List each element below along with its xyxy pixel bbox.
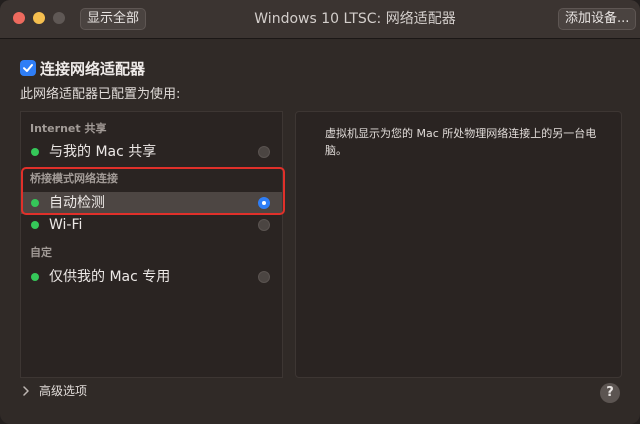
list-item-wifi[interactable]: Wi-Fi — [21, 214, 282, 236]
status-dot-icon — [31, 199, 39, 207]
close-window-button[interactable] — [13, 12, 25, 24]
checkmark-icon — [23, 64, 33, 72]
status-dot-icon — [31, 148, 39, 156]
description-panel: 虚拟机显示为您的 Mac 所处物理网络连接上的另一台电脑。 — [295, 111, 622, 378]
add-device-button[interactable]: 添加设备... — [558, 8, 637, 30]
list-item-label: 与我的 Mac 共享 — [49, 144, 157, 160]
group-title-bridged: 桥接模式网络连接 — [30, 172, 118, 185]
list-item-label: 自动检测 — [49, 195, 105, 211]
network-source-list: Internet 共享 与我的 Mac 共享 桥接模式网络连接 自动检测 Wi-… — [20, 111, 283, 378]
list-item-label: Wi-Fi — [49, 217, 83, 233]
title-bar: 显示全部 Windows 10 LTSC: 网络适配器 添加设备... — [0, 0, 640, 39]
radio-button[interactable] — [258, 219, 270, 231]
group-title-custom: 自定 — [30, 246, 52, 259]
description-text: 虚拟机显示为您的 Mac 所处物理网络连接上的另一台电脑。 — [325, 127, 597, 157]
radio-button[interactable] — [258, 271, 270, 283]
window-title: Windows 10 LTSC: 网络适配器 — [254, 11, 456, 27]
network-adapter-window: 显示全部 Windows 10 LTSC: 网络适配器 添加设备... 连接网络… — [0, 0, 640, 424]
minimize-window-button[interactable] — [33, 12, 45, 24]
help-button[interactable]: ? — [600, 383, 620, 403]
show-all-button[interactable]: 显示全部 — [80, 8, 147, 30]
radio-button-selected[interactable] — [258, 197, 270, 209]
connect-adapter-checkbox[interactable] — [20, 60, 36, 76]
status-dot-icon — [31, 273, 39, 281]
list-item-autodetect[interactable]: 自动检测 — [21, 192, 282, 214]
status-dot-icon — [31, 221, 39, 229]
connect-adapter-label: 连接网络适配器 — [40, 60, 146, 78]
list-item-share-with-mac[interactable]: 与我的 Mac 共享 — [21, 141, 282, 163]
chevron-right-icon — [23, 386, 29, 396]
config-label: 此网络适配器已配置为使用: — [20, 87, 181, 102]
zoom-window-button[interactable] — [53, 12, 65, 24]
list-item-label: 仅供我的 Mac 专用 — [49, 269, 171, 285]
list-item-mac-only[interactable]: 仅供我的 Mac 专用 — [21, 266, 282, 288]
group-title-internet-sharing: Internet 共享 — [30, 122, 107, 135]
radio-button[interactable] — [258, 146, 270, 158]
advanced-options-label: 高级选项 — [39, 384, 88, 398]
